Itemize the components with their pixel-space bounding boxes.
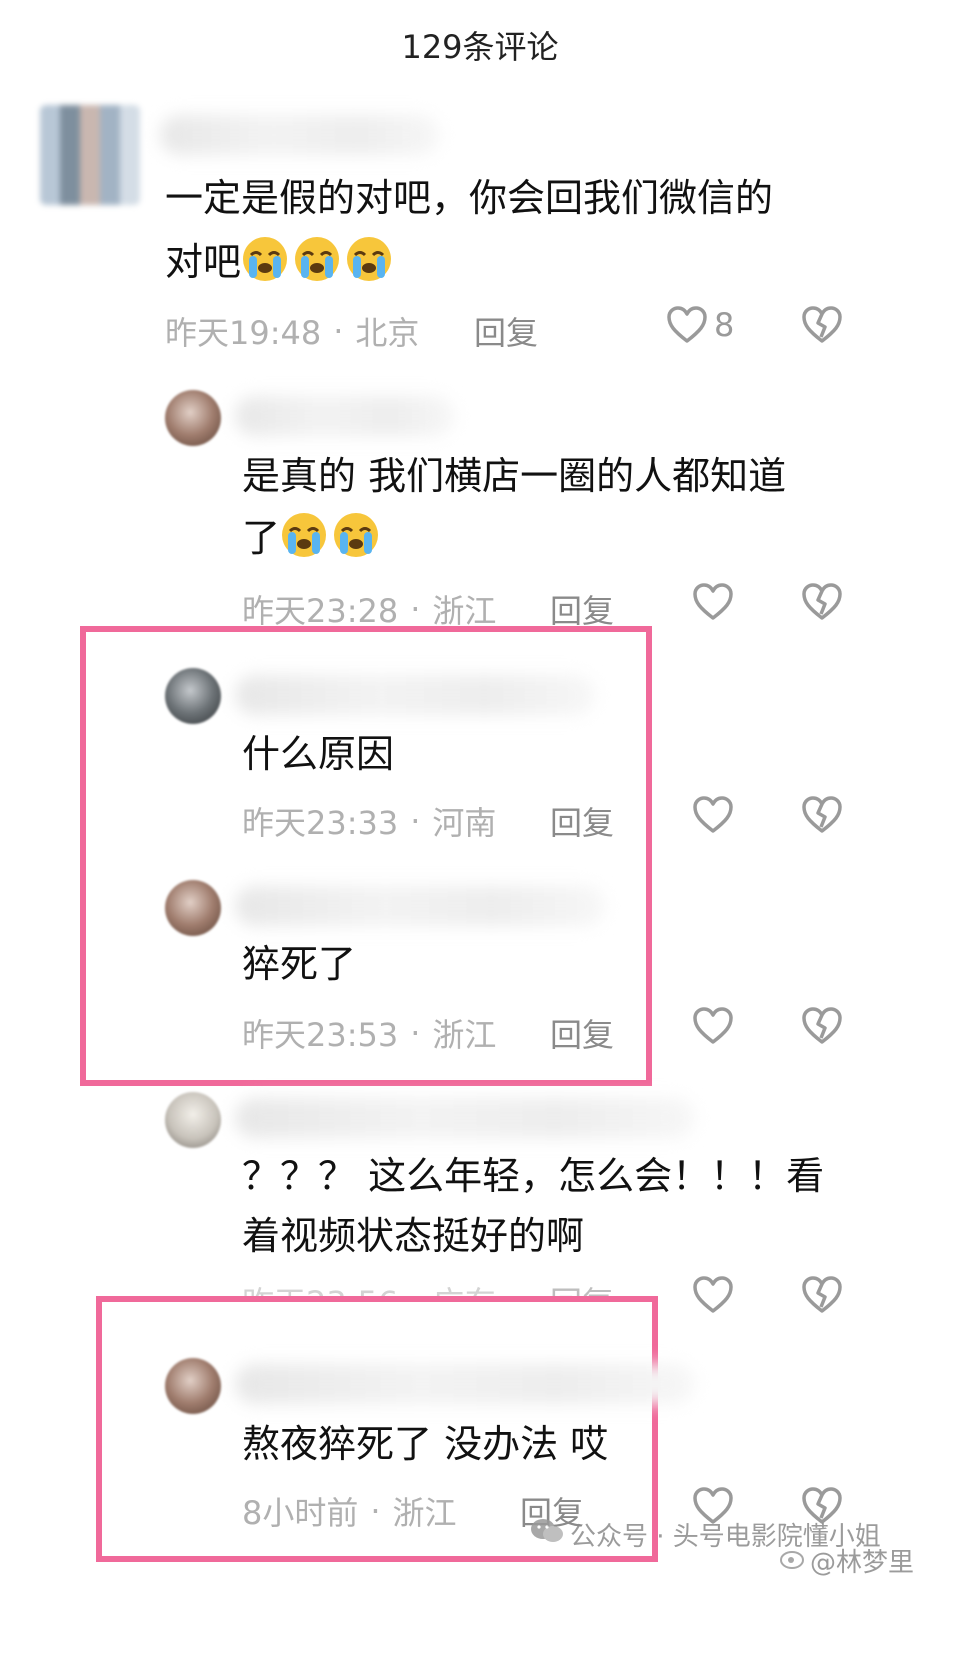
comment-text: 是真的 我们横店一圈的人都知道: [242, 446, 786, 506]
location: 北京: [355, 314, 420, 352]
broken-heart-icon: [801, 582, 843, 622]
comment-text: 猝死了: [242, 942, 357, 986]
separator: ·: [410, 802, 421, 840]
comment-text-line: 是真的 我们横店一圈的人都知道: [242, 454, 787, 498]
separator: ·: [410, 590, 421, 628]
username-blurred[interactable]: [235, 886, 605, 926]
crying-face-emoji: [332, 511, 380, 559]
comment-meta: 昨天23:53 · 浙江: [242, 1010, 496, 1056]
broken-heart-icon: [801, 305, 843, 345]
crying-face-emoji: [280, 511, 328, 559]
timestamp: 昨天23:33: [242, 804, 399, 842]
dislike-button[interactable]: [801, 1006, 843, 1046]
dislike-button[interactable]: [801, 305, 843, 345]
heart-outline-icon: [692, 1275, 734, 1315]
avatar[interactable]: [165, 390, 221, 446]
comment-text: 着视频状态挺好的啊: [242, 1206, 584, 1266]
like-button[interactable]: [692, 1275, 734, 1315]
comment-text: 一定是假的对吧，你会回我们微信的: [165, 168, 773, 228]
comment-meta: 昨天19:48 · 北京: [165, 308, 419, 354]
username-blurred[interactable]: [235, 1098, 695, 1138]
broken-heart-icon: [801, 1275, 843, 1315]
dislike-button[interactable]: [801, 1275, 843, 1315]
username-blurred[interactable]: [235, 396, 455, 436]
timestamp: 昨天19:48: [165, 314, 322, 352]
reply-button[interactable]: 回复: [474, 308, 538, 354]
weibo-icon: [780, 1546, 806, 1576]
avatar[interactable]: [165, 668, 221, 724]
heart-outline-icon: [692, 795, 734, 835]
comment-text-line: 了: [242, 516, 281, 560]
like-count: 8: [714, 306, 735, 344]
timestamp: 8小时前: [242, 1494, 359, 1532]
location: 河南: [432, 804, 497, 842]
comment-text-line: 着视频状态挺好的啊: [242, 1214, 585, 1258]
comment-meta: 8小时前 · 浙江: [242, 1488, 457, 1534]
watermark-weibo: @林梦里: [780, 1542, 914, 1579]
heart-outline-icon: [692, 1006, 734, 1046]
broken-heart-icon: [801, 795, 843, 835]
avatar[interactable]: [165, 880, 221, 936]
watermark-text: @林梦里: [810, 1548, 915, 1578]
separator: ·: [370, 1492, 381, 1530]
dislike-button[interactable]: [801, 795, 843, 835]
separator: ·: [410, 1014, 421, 1052]
comment-text-line: 一定是假的对吧，你会回我们微信的: [165, 176, 774, 220]
broken-heart-icon: [801, 1006, 843, 1046]
comment-text-line: ？？？ 这么年轻，怎么会！！！看: [242, 1154, 825, 1198]
heart-outline-icon: [666, 305, 708, 345]
like-button[interactable]: [692, 582, 734, 622]
wechat-icon: [530, 1517, 564, 1552]
comment-text-line: 对吧: [165, 240, 242, 284]
crying-face-emoji: [293, 235, 341, 283]
comment-text: 对吧: [165, 232, 397, 292]
comment-text: 什么原因: [242, 732, 395, 776]
crying-face-emoji: [345, 235, 393, 283]
dislike-button[interactable]: [801, 582, 843, 622]
avatar[interactable]: [40, 105, 140, 205]
comment-meta: 昨天23:33 · 河南: [242, 798, 496, 844]
crying-face-emoji: [241, 235, 289, 283]
reply-button[interactable]: 回复: [550, 1010, 614, 1056]
comment-text: 了: [242, 508, 384, 568]
heart-outline-icon: [692, 582, 734, 622]
timestamp: 昨天23:53: [242, 1016, 399, 1054]
separator: ·: [333, 312, 344, 350]
location: 浙江: [392, 1494, 457, 1532]
like-button[interactable]: 8: [666, 305, 734, 345]
comment-text: 熬夜猝死了 没办法 哎: [242, 1422, 609, 1466]
like-button[interactable]: [692, 795, 734, 835]
username-blurred[interactable]: [160, 115, 440, 155]
location: 浙江: [432, 1016, 497, 1054]
reply-button[interactable]: 回复: [550, 798, 614, 844]
comment-text: ？？？ 这么年轻，怎么会！！！看: [242, 1146, 824, 1206]
avatar[interactable]: [165, 1358, 221, 1414]
avatar[interactable]: [165, 1092, 221, 1148]
page-title: 129条评论: [401, 28, 559, 66]
username-blurred[interactable]: [235, 1364, 695, 1404]
like-button[interactable]: [692, 1006, 734, 1046]
username-blurred[interactable]: [235, 675, 595, 715]
